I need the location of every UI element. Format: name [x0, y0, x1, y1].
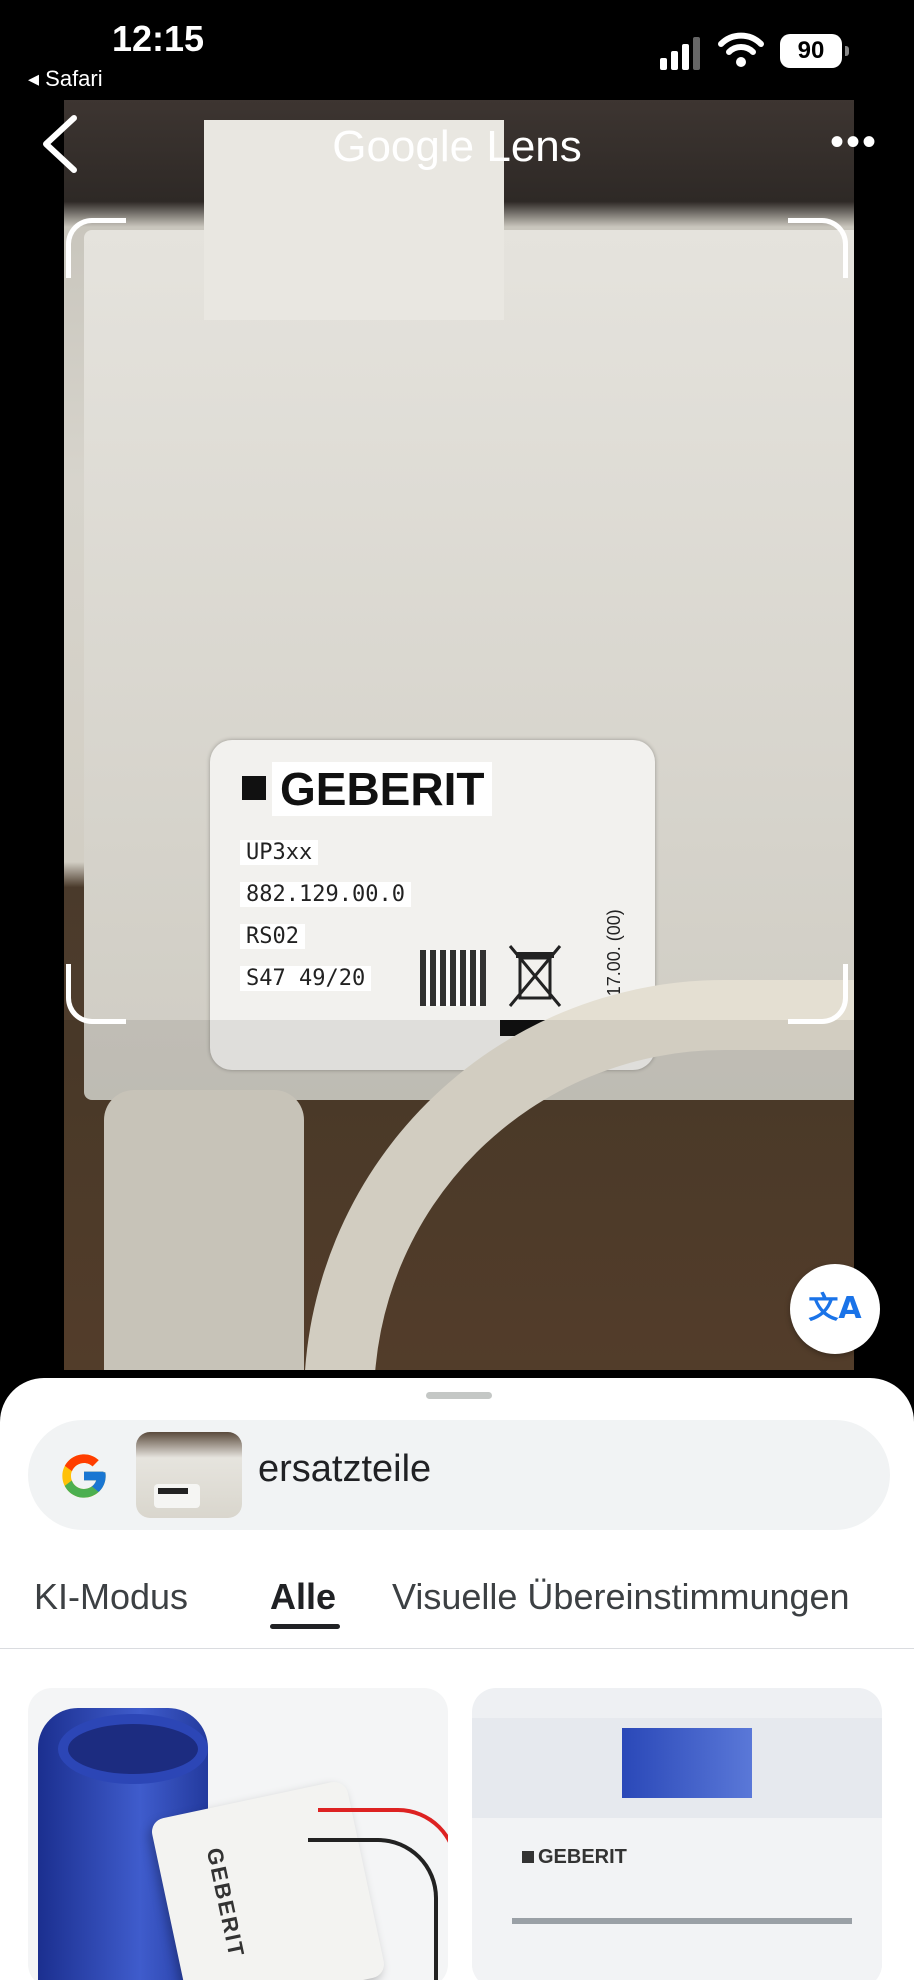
- thumbnail-label: [154, 1484, 200, 1508]
- results-sheet: ersatzteile KI-Modus Alle Visuelle Übere…: [0, 1378, 914, 1980]
- status-time: 12:15: [112, 18, 205, 59]
- tab-alle[interactable]: Alle: [270, 1576, 336, 1618]
- label-line-rs: RS02: [240, 924, 305, 949]
- cistern-rail: [512, 1918, 852, 1924]
- tabs-divider: [0, 1648, 914, 1649]
- label-brand: GEBERIT: [272, 762, 493, 816]
- label-line-part-number: 882.129.00.0: [240, 882, 411, 907]
- query-image-thumbnail[interactable]: [136, 1432, 242, 1518]
- wifi-icon: [718, 32, 764, 67]
- google-g-icon: [62, 1454, 106, 1498]
- translate-button[interactable]: 文A: [790, 1264, 880, 1354]
- cistern-brand-text: GEBERIT: [538, 1846, 627, 1868]
- valve-ring: [58, 1714, 208, 1784]
- cistern-brand: GEBERIT: [522, 1846, 627, 1869]
- tab-visuelle-uebereinstimmungen[interactable]: Visuelle Übereinstimmungen: [392, 1576, 850, 1618]
- result-tabs: KI-Modus Alle Visuelle Übereinstimmungen: [0, 1558, 914, 1632]
- crop-handle-bottom-left[interactable]: [66, 964, 126, 1024]
- active-tab-indicator: [270, 1624, 340, 1629]
- cistern-blue-part: [622, 1728, 752, 1798]
- crop-handle-bottom-right[interactable]: [788, 964, 848, 1024]
- selection-outside-dim: [64, 1020, 854, 1370]
- crop-handle-top-right[interactable]: [788, 218, 848, 278]
- search-query-text[interactable]: ersatzteile: [258, 1448, 431, 1491]
- black-wire: [308, 1838, 438, 1980]
- label-line-model: UP3xx: [240, 840, 319, 865]
- valve-brand-text: GEBERIT: [201, 1845, 250, 1961]
- result-card[interactable]: GEBERIT: [28, 1688, 448, 1980]
- label-line-date: S47 49/20: [240, 966, 372, 991]
- battery-indicator: 90: [780, 34, 849, 68]
- datamatrix-code-icon: [420, 950, 486, 1006]
- cellular-signal-icon: [660, 37, 700, 70]
- crossed-bin-icon: [508, 945, 562, 1007]
- lens-header: Google Lens •••: [0, 100, 914, 200]
- crop-handle-top-left[interactable]: [66, 218, 126, 278]
- search-bar[interactable]: ersatzteile: [28, 1420, 890, 1530]
- tab-ki-modus[interactable]: KI-Modus: [34, 1576, 188, 1618]
- brand-square-icon: [522, 1851, 534, 1863]
- result-image-cistern: GEBERIT: [472, 1718, 882, 1980]
- more-options-button[interactable]: •••: [830, 122, 878, 162]
- sheet-drag-handle[interactable]: [426, 1392, 492, 1399]
- result-card[interactable]: GEBERIT: [472, 1688, 882, 1980]
- page-title: Google Lens: [332, 122, 582, 171]
- back-to-safari-link[interactable]: ◂ Safari: [28, 66, 103, 92]
- brand-square-icon: [242, 776, 266, 800]
- status-bar: 12:15 ◂ Safari 90: [0, 0, 914, 100]
